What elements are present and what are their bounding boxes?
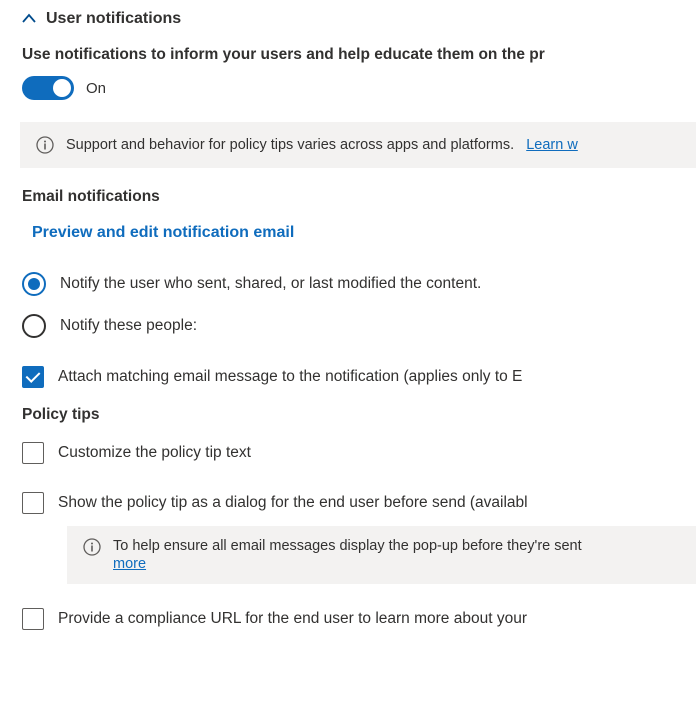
popup-info-banner: To help ensure all email messages displa… xyxy=(67,526,696,584)
banner-text: Support and behavior for policy tips var… xyxy=(66,137,514,153)
customize-tip-text-label: Customize the policy tip text xyxy=(58,444,251,462)
info-icon xyxy=(36,136,54,154)
section-description: Use notifications to inform your users a… xyxy=(22,46,696,64)
show-tip-dialog-checkbox[interactable] xyxy=(22,492,44,514)
banner-learn-link[interactable]: Learn w xyxy=(526,137,578,153)
section-title: User notifications xyxy=(46,10,181,28)
preview-edit-email-link[interactable]: Preview and edit notification email xyxy=(32,224,696,242)
notify-sender-radio[interactable] xyxy=(22,272,46,296)
attach-email-checkbox[interactable] xyxy=(22,366,44,388)
notifications-toggle[interactable] xyxy=(22,76,74,100)
section-header[interactable]: User notifications xyxy=(22,10,696,28)
popup-banner-text: To help ensure all email messages displa… xyxy=(113,538,582,554)
customize-tip-text-checkbox[interactable] xyxy=(22,442,44,464)
popup-banner-more-link[interactable]: more xyxy=(113,556,582,572)
email-notifications-title: Email notifications xyxy=(22,188,696,206)
notify-these-people-radio[interactable] xyxy=(22,314,46,338)
notify-sender-label: Notify the user who sent, shared, or las… xyxy=(60,275,481,293)
toggle-label: On xyxy=(86,80,106,97)
policy-tips-support-banner: Support and behavior for policy tips var… xyxy=(20,122,696,168)
policy-tips-title: Policy tips xyxy=(22,406,696,424)
compliance-url-label: Provide a compliance URL for the end use… xyxy=(58,610,527,628)
compliance-url-checkbox[interactable] xyxy=(22,608,44,630)
chevron-up-icon xyxy=(22,12,36,26)
info-icon xyxy=(83,538,101,556)
notify-these-people-label: Notify these people: xyxy=(60,317,197,335)
attach-email-label: Attach matching email message to the not… xyxy=(58,368,522,386)
show-tip-dialog-label: Show the policy tip as a dialog for the … xyxy=(58,494,528,512)
